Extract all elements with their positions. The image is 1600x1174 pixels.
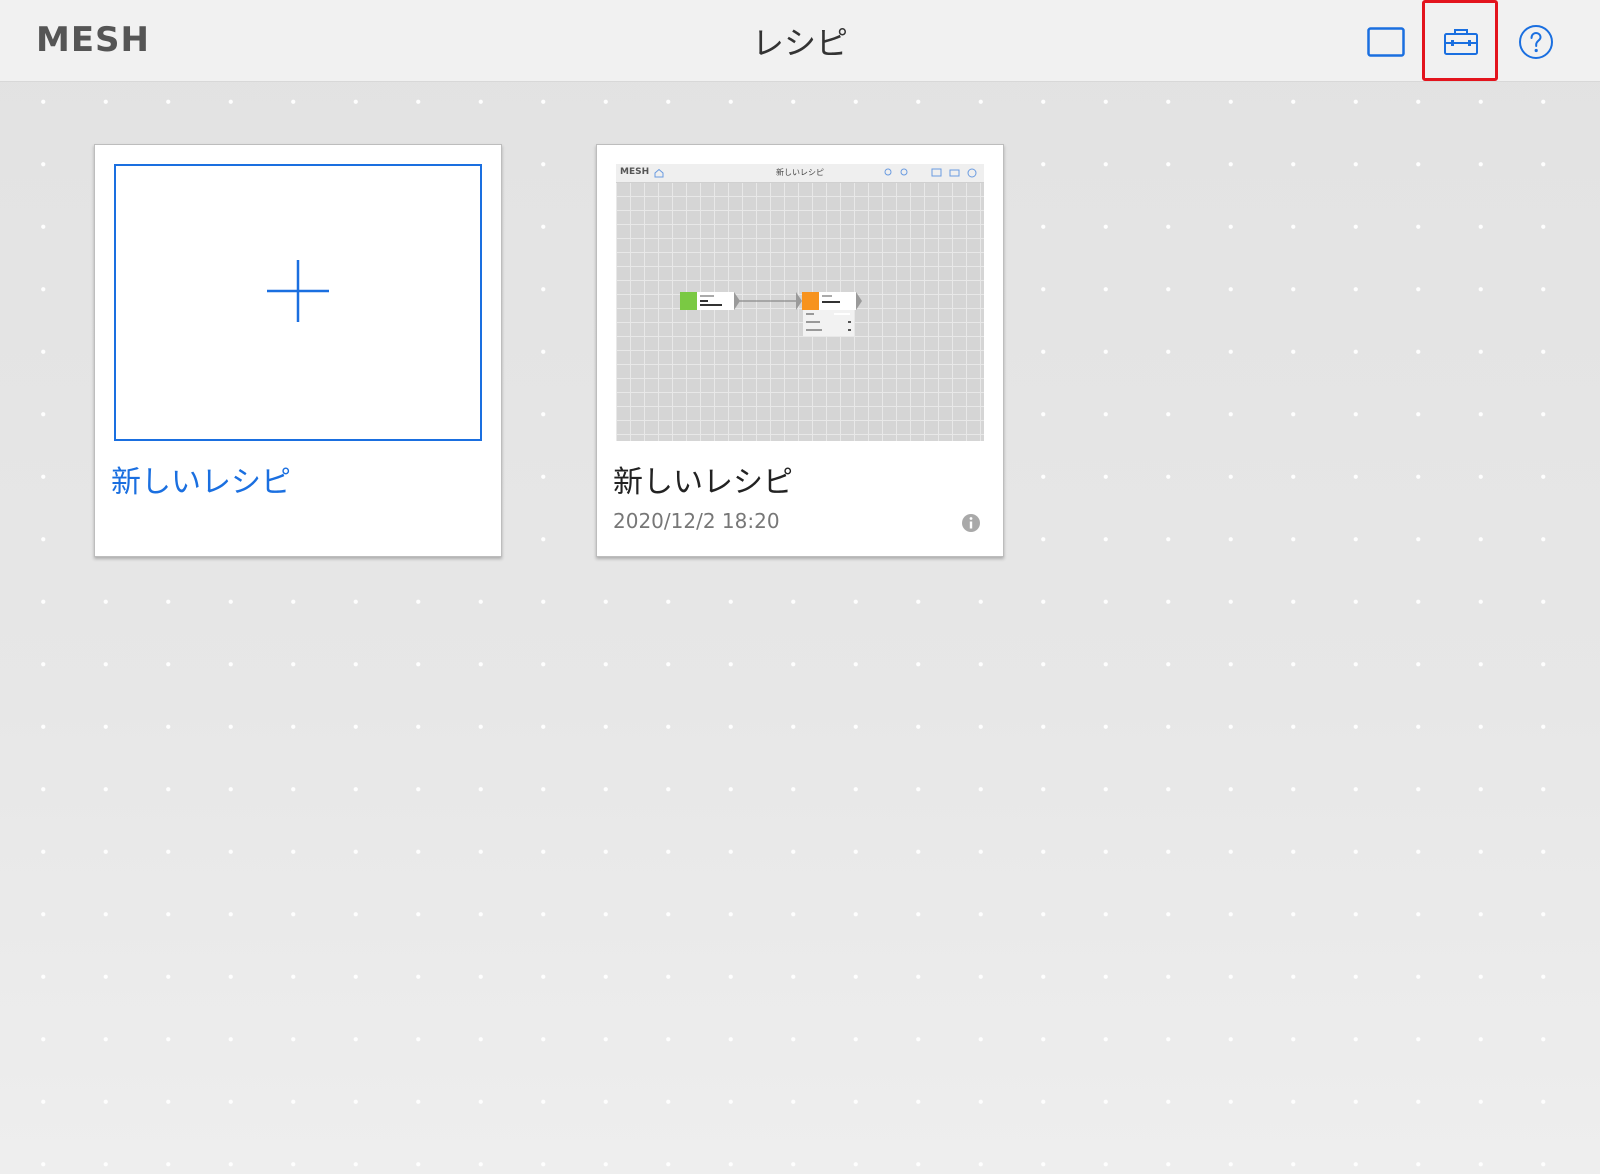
toolbox-icon	[1444, 29, 1478, 55]
recipe-card[interactable]: MESH 新しいレシピ 新しいレシピ 2020/12/2 18:20	[596, 144, 1004, 557]
new-recipe-card[interactable]: 新しいレシピ	[94, 144, 502, 557]
recipe-thumbnail[interactable]: MESH 新しいレシピ	[616, 164, 984, 441]
recipe-date: 2020/12/2 18:20	[613, 509, 780, 533]
frame-icon	[1367, 27, 1405, 57]
thumbnail-recipe-blocks	[680, 292, 862, 336]
toolbox-button[interactable]	[1441, 22, 1481, 62]
help-icon	[1519, 25, 1553, 59]
help-button[interactable]	[1516, 22, 1556, 62]
new-recipe-label[interactable]: 新しいレシピ	[111, 457, 291, 501]
new-recipe-frame[interactable]	[114, 164, 482, 441]
page-title: レシピ	[751, 24, 848, 62]
top-bar: MESH レシピ	[0, 0, 1600, 82]
recipe-title[interactable]: 新しいレシピ	[613, 457, 793, 501]
plus-icon	[267, 260, 329, 322]
info-icon[interactable]	[961, 513, 981, 533]
frame-button[interactable]	[1366, 22, 1406, 62]
